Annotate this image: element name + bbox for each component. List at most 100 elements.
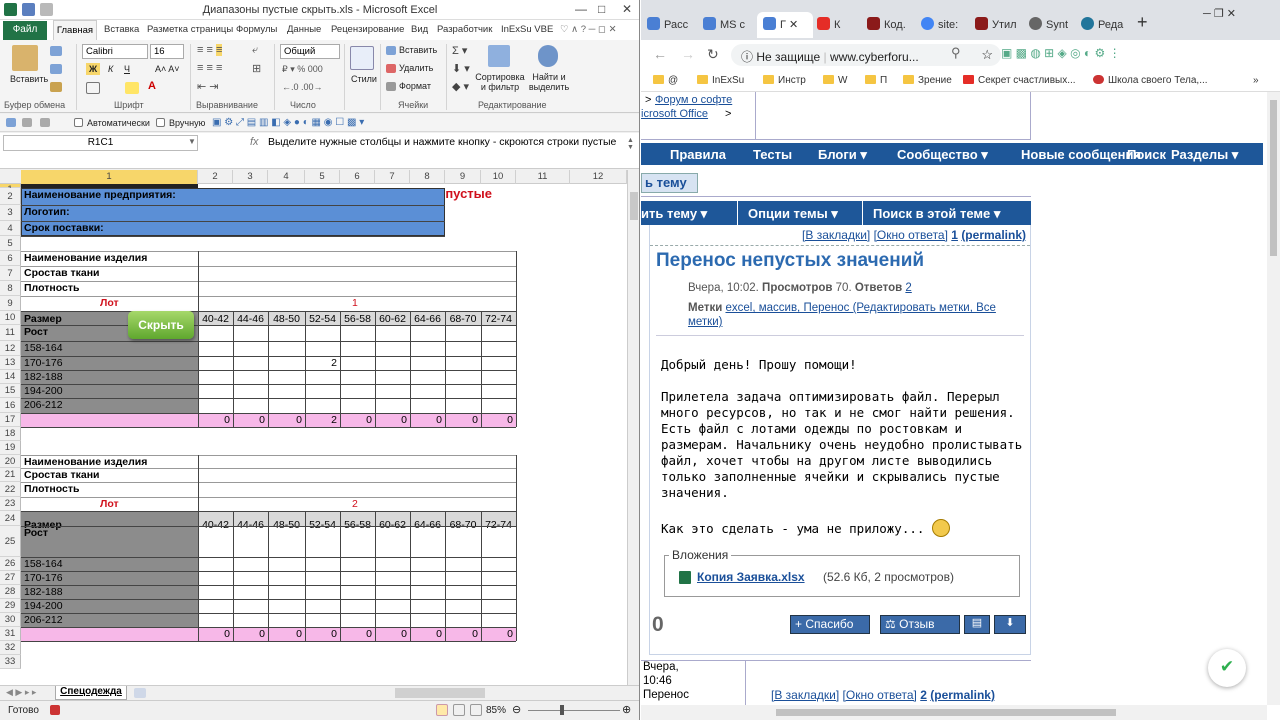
row-header[interactable]: 12 — [0, 341, 21, 356]
page-break-icon[interactable] — [470, 704, 482, 716]
row-header[interactable]: 29 — [0, 599, 21, 613]
breadcrumb-link-forum[interactable]: Форум о софте — [655, 94, 732, 106]
row-header[interactable]: 20 — [0, 455, 21, 468]
maximize-button[interactable]: □ — [598, 2, 605, 16]
column-header[interactable]: 8 — [410, 170, 445, 184]
borders-icon[interactable] — [86, 82, 100, 94]
new-tab-button[interactable]: + — [1137, 12, 1148, 38]
row-header[interactable]: 10 — [0, 311, 21, 325]
minimize-button[interactable]: — — [575, 2, 587, 16]
bookmark-folder-2[interactable]: InExSu — [697, 75, 744, 86]
column-header[interactable]: 4 — [268, 170, 305, 184]
fill-icon[interactable]: ⬇ ▾ — [452, 62, 470, 75]
row-header[interactable]: 33 — [0, 655, 21, 669]
tab-file[interactable]: Файл — [3, 21, 47, 40]
align-top-icon[interactable]: ≡ ≡ ≡ — [197, 44, 223, 56]
insert-cells-button[interactable]: Вставить — [399, 45, 437, 55]
row-header[interactable]: 21 — [0, 468, 21, 482]
permalink-link[interactable]: (permalink) — [930, 688, 995, 702]
row-header[interactable]: 28 — [0, 585, 21, 599]
wrap-text-icon[interactable]: ⤶ — [252, 44, 258, 57]
italic-button[interactable]: К — [108, 64, 113, 74]
ribbon-controls-icon[interactable]: ♡ ∧ ? ─ ◻ ✕ — [560, 24, 617, 35]
search-page-icon[interactable]: ⚲ — [951, 45, 961, 61]
nav-community[interactable]: Сообщество ▾ — [897, 147, 988, 163]
manual-checkbox[interactable] — [156, 118, 165, 127]
name-box[interactable]: R1C1 — [3, 135, 198, 151]
column-header[interactable]: 5 — [305, 170, 340, 184]
scroll-thumb[interactable] — [630, 192, 638, 220]
tab-view[interactable]: Вид — [411, 24, 428, 35]
merge-icon[interactable]: ⊞ — [252, 62, 261, 75]
row-header[interactable]: 9 — [0, 296, 21, 311]
nav-tests[interactable]: Тесты — [753, 147, 792, 162]
active-cell[interactable] — [21, 184, 198, 188]
column-header[interactable]: 12 — [570, 170, 627, 184]
find-select-button[interactable]: Найти и выделить — [526, 72, 572, 92]
tab-inexsu[interactable]: InExSu VBE — [501, 24, 553, 35]
attachment-link[interactable]: Копия Заявка.xlsx — [697, 570, 805, 584]
post-number-link[interactable]: 2 — [920, 688, 927, 702]
row-header[interactable]: 23 — [0, 497, 21, 511]
column-header[interactable]: 2 — [198, 170, 233, 184]
row-header[interactable]: 16 — [0, 398, 21, 413]
breadcrumb-link-office[interactable]: icrosoft Office — [641, 108, 708, 120]
column-header[interactable]: 7 — [375, 170, 410, 184]
row-header[interactable]: 19 — [0, 441, 21, 455]
extension-icons[interactable]: ▣ ▩ ◍ ⊞ ◈ ◎ ◐ ⚙ ⋮ — [1001, 46, 1121, 60]
font-name-combo[interactable]: Calibri — [82, 44, 148, 59]
paste-button[interactable]: Вставить — [10, 74, 48, 84]
page-scroll-thumb[interactable] — [1270, 100, 1277, 256]
row-header[interactable]: 24 — [0, 511, 21, 526]
thanks-button[interactable]: + Спасибо — [790, 615, 870, 634]
delete-cells-icon[interactable] — [386, 64, 396, 73]
nav-new-posts[interactable]: Новые сообщения — [1021, 147, 1141, 162]
column-header[interactable]: 6 — [340, 170, 375, 184]
insert-cells-icon[interactable] — [386, 46, 396, 55]
row-header[interactable]: 17 — [0, 413, 21, 427]
thread-options-menu[interactable]: Опции темы ▾ — [748, 206, 838, 222]
row-header[interactable]: 14 — [0, 370, 21, 384]
font-color-icon[interactable]: A — [148, 80, 156, 92]
page-hscroll-thumb[interactable] — [776, 709, 1116, 716]
expand-formula-icon[interactable]: ▲ ▼ — [627, 137, 634, 151]
bookmark-folder-3[interactable]: Инстр — [763, 75, 806, 86]
horizontal-scroll-thumb[interactable] — [395, 688, 485, 698]
reply-window-link[interactable]: [Окно ответа] — [874, 228, 948, 242]
row-header[interactable]: 27 — [0, 571, 21, 585]
shield-check-icon[interactable]: ✔ — [1208, 649, 1246, 687]
tags-links[interactable]: excel, массив, Перенос (Редактировать ме… — [688, 302, 996, 328]
thread-search-menu[interactable]: Поиск в этой теме ▾ — [873, 206, 1000, 222]
macro-record-icon[interactable] — [50, 705, 60, 715]
column-header[interactable]: 1 — [21, 170, 198, 184]
sheet-tab-specodezhda[interactable]: Спецодежда — [55, 686, 127, 700]
name-box-dropdown-icon[interactable]: ▼ — [188, 137, 196, 146]
thread-reply-menu[interactable]: ить тему ▾ — [641, 206, 707, 222]
hide-button[interactable]: Скрыть — [128, 311, 194, 339]
row-header[interactable]: 26 — [0, 557, 21, 571]
reply-thread-button[interactable]: ь тему — [641, 173, 698, 193]
copy-icon[interactable] — [50, 64, 62, 74]
bookmark-folder-1[interactable]: @ — [653, 75, 678, 86]
formula-input[interactable]: Выделите нужные столбцы и нажмите кнопку… — [268, 135, 618, 150]
tab-7[interactable]: Утил — [975, 12, 1025, 38]
bookmark-folder-5[interactable]: П — [865, 75, 887, 86]
toolbar-icon[interactable] — [6, 118, 16, 127]
column-header[interactable]: 10 — [481, 170, 516, 184]
row-header[interactable]: 25 — [0, 526, 21, 557]
format-cells-button[interactable]: Формат — [399, 81, 431, 91]
sort-filter-icon[interactable] — [488, 45, 510, 67]
toolbar-icon[interactable] — [40, 118, 50, 127]
bookmark-folder-4[interactable]: W — [823, 75, 847, 86]
tab-data[interactable]: Данные — [287, 24, 321, 35]
sort-filter-button[interactable]: Сортировка и фильтр — [475, 72, 525, 92]
font-size-combo[interactable]: 16 — [150, 44, 184, 59]
row-header[interactable]: 2 — [0, 188, 21, 205]
fx-icon[interactable]: fx — [250, 136, 259, 148]
row-header[interactable]: 31 — [0, 627, 21, 641]
tab-6[interactable]: site: — [921, 12, 971, 38]
find-select-icon[interactable] — [538, 45, 558, 67]
bookmark-link[interactable]: [В закладки] — [802, 228, 870, 242]
tab-page-layout[interactable]: Разметка страницы — [147, 24, 233, 35]
tab-5[interactable]: Код. — [867, 12, 915, 38]
